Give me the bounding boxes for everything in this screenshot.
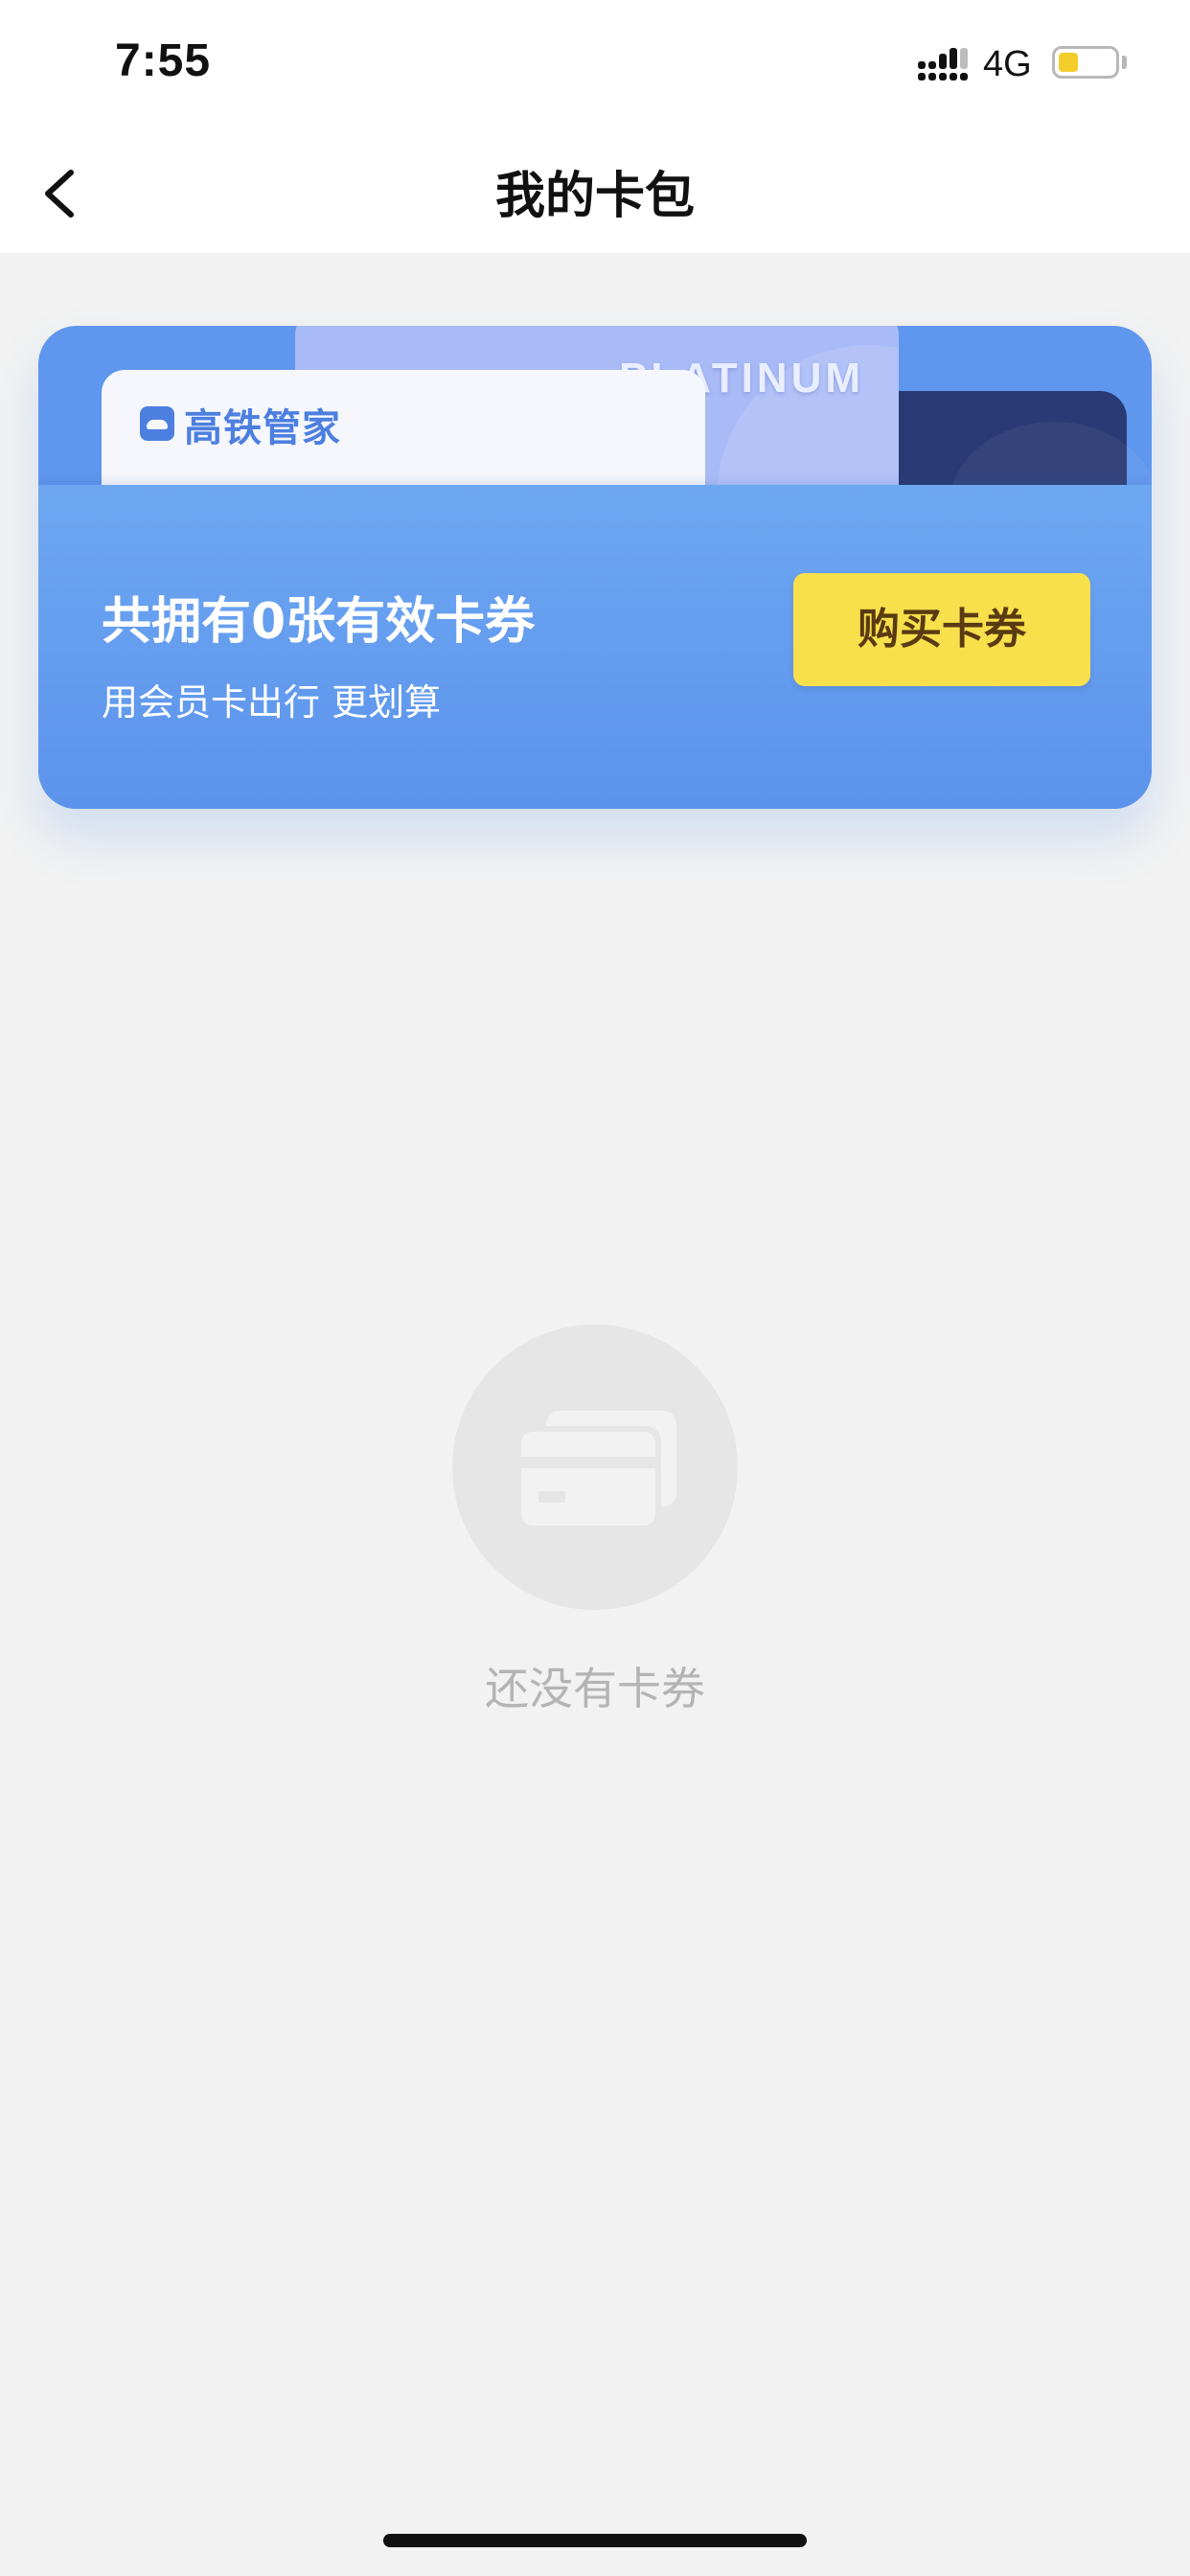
battery-level: [1059, 53, 1078, 72]
battery-cap: [1122, 56, 1127, 69]
network-type: 4G: [983, 44, 1032, 84]
nav-bar: 我的卡包: [0, 126, 1190, 253]
valid-card-count: 共拥有0张有效卡券: [102, 593, 536, 651]
card-wallet-banner: PLATINUM 高铁管家 共拥有0张有效卡券 用会员卡出行 更划算 购买卡券: [38, 326, 1152, 809]
status-bar: 7:55 4G: [0, 0, 1190, 126]
empty-state-illustration: [452, 1324, 738, 1610]
empty-state-message: 还没有卡券: [485, 1663, 705, 1714]
page-title: 我的卡包: [494, 168, 695, 225]
back-button[interactable]: [29, 155, 105, 232]
wallet-pocket: 共拥有0张有效卡券 用会员卡出行 更划算 购买卡券: [38, 485, 1152, 809]
buy-card-button[interactable]: 购买卡券: [793, 573, 1090, 686]
wallet-subtitle: 用会员卡出行 更划算: [102, 681, 442, 724]
chevron-left-icon: [45, 170, 74, 218]
brand-name: 高铁管家: [184, 406, 341, 450]
train-logo-icon: [140, 406, 174, 441]
status-time: 7:55: [115, 35, 212, 86]
home-indicator: [383, 2534, 807, 2547]
signal-icon: [918, 48, 968, 80]
card-icon: [515, 1411, 676, 1531]
battery-icon: [1052, 46, 1119, 79]
